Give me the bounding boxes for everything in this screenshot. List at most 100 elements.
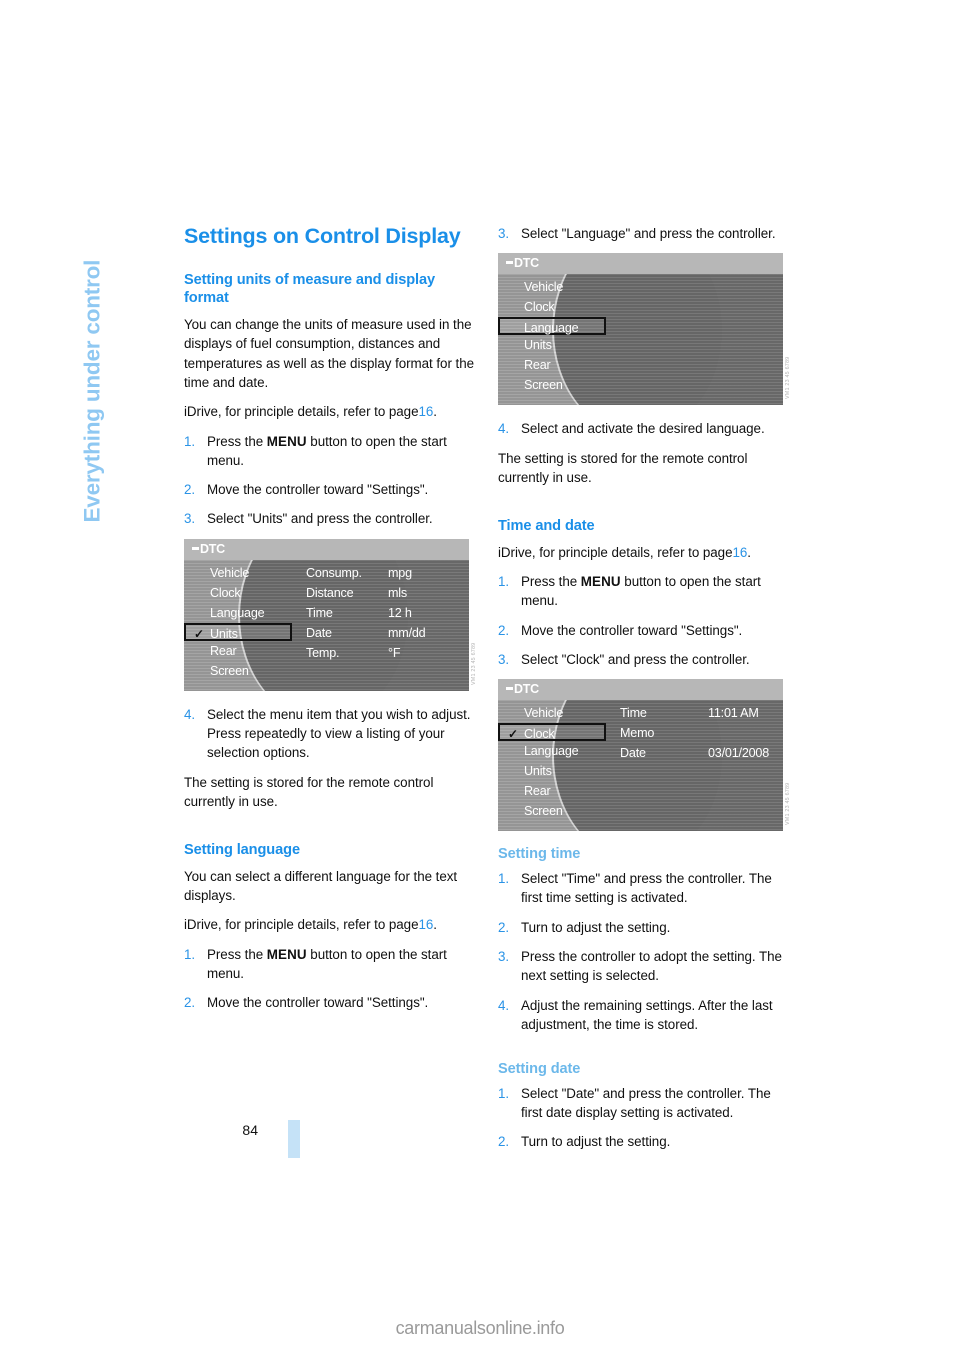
menu-item-label: Language [524,321,579,336]
screen-menu-list: Vehicle Clock Language ✓ Units Rear Scree… [184,560,296,681]
menu-item-label: Clock [210,585,241,600]
menu-item-language[interactable]: Language [498,317,606,336]
dtc-indicator: DTC [506,682,539,696]
menu-item-label: Language [524,744,579,759]
step-text: Select "Time" and press the controller. … [521,871,772,906]
step-text: Select "Date" and press the controller. … [521,1085,771,1121]
language-stored-note: The setting is stored for the remote con… [498,450,748,485]
screen-row-temp[interactable]: Temp. °F [306,643,463,663]
footer-watermark: carmanualsonline.info [395,1318,565,1338]
menu-item-rear[interactable]: Rear [498,781,610,801]
figure-clock-screen: DTC Vehicle ✓ Clock Language Units Rear S… [498,679,795,832]
step-number: 3. [184,511,196,527]
dtc-dash-icon [192,546,199,550]
list-item: 2. Turn to adjust the setting. [498,918,795,937]
figure-units-screen: DTC Vehicle Clock Language ✓ Units Rear S… [184,538,481,691]
screen-row-date[interactable]: Date mm/dd [306,623,463,643]
dtc-dash-icon [506,261,513,265]
idrive-screen-language: DTC Vehicle Clock Language Units Rear Sc… [498,253,783,406]
list-item: 1. Select "Date" and press the controller… [498,1084,795,1123]
row-value: °F [388,645,401,660]
row-label: Time [306,605,333,620]
menu-item-vehicle[interactable]: Vehicle [498,277,610,297]
screen-row-consumption[interactable]: Consump. mpg [306,563,463,583]
menu-item-label: Clock [524,727,555,742]
step-text: Turn to adjust the setting. [521,1134,671,1150]
row-value: mm/dd [388,625,426,640]
screen-row-time[interactable]: Time 11:01 AM [620,703,777,723]
idrive-reference-language: iDrive, for principle details, refer to … [184,915,481,934]
folio-bar [288,1120,300,1158]
row-label: Date [306,625,332,640]
step-text: Turn to adjust the setting. [521,919,671,935]
step-text: Select the menu item that you wish to ad… [207,706,471,761]
list-item: 4. Adjust the remaining settings. After t… [498,996,795,1035]
screen-header-bar: DTC [498,679,783,701]
steps-units-continued: 4. Select the menu item that you wish to … [184,705,481,763]
step-number: 1. [498,871,510,887]
menu-item-label: Vehicle [210,565,250,580]
step-number: 4. [498,421,510,437]
menu-item-clock[interactable]: Clock [184,583,296,603]
menu-item-screen[interactable]: Screen [498,375,610,395]
menu-item-vehicle[interactable]: Vehicle [184,563,296,583]
dtc-dash-icon [506,687,513,691]
screen-value-list: Consump. mpg Distance mls Time 12 h Date mm/… [306,563,463,663]
step-number: 1. [184,433,196,449]
figure-code-watermark: VM1 23 45 6789 [785,356,791,400]
screen-row-date[interactable]: Date 03/01/2008 [620,743,777,763]
menu-item-label: Vehicle [524,706,564,721]
step-text: Select "Language" and press the controll… [521,226,776,241]
manual-page: Everything under control Settings on Con… [0,0,960,1358]
menu-item-label: Rear [524,784,551,799]
right-column: 3. Select "Language" and press the contro… [498,224,795,1162]
language-intro-paragraph: You can select a different language for … [184,868,458,904]
menu-item-clock[interactable]: ✓ Clock [498,723,606,742]
list-item: 4. Select and activate the desired langua… [498,419,795,438]
step-number: 2. [498,1134,510,1150]
menu-item-rear[interactable]: Rear [498,355,610,375]
row-value: 12 h [388,605,412,620]
dtc-indicator: DTC [506,256,539,270]
step-number: 1. [498,574,510,590]
menu-item-language[interactable]: Language [498,741,610,761]
list-item: 2. Turn to adjust the setting. [498,1132,795,1151]
menu-item-clock[interactable]: Clock [498,297,610,317]
menu-item-label: Units [210,626,238,641]
row-label: Memo [620,726,655,741]
menu-button-key: MENU [266,946,307,962]
list-item: 3. Press the controller to adopt the sett… [498,947,795,986]
screen-row-time[interactable]: Time 12 h [306,603,463,623]
heading-setting-date: Setting date [498,1061,581,1078]
idrive-reference-language-prefix: iDrive, for principle details, refer to … [184,917,419,933]
row-label: Date [620,746,646,761]
idrive-reference-left-page[interactable]: 16 [418,404,433,419]
row-label: Temp. [306,645,340,660]
menu-item-units[interactable]: Units [498,335,610,355]
screen-row-memo[interactable]: Memo [620,723,777,743]
page-title: Settings on Control Display [184,224,461,248]
row-value: mls [388,585,407,600]
step-text-pre: Press the [207,433,267,449]
menu-item-units[interactable]: ✓ Units [184,622,292,641]
steps-clock: 1. Press the MENU button to open the star… [498,572,795,669]
menu-item-units[interactable]: Units [498,761,610,781]
menu-item-vehicle[interactable]: Vehicle [498,703,610,723]
step-number: 1. [498,1085,510,1101]
step-number: 3. [498,652,510,668]
idrive-reference-right-prefix: iDrive, for principle details, refer to … [498,544,733,560]
screen-menu-list: Vehicle Clock Language Units Rear Screen [498,274,610,395]
row-value: mpg [388,565,412,580]
screen-value-list: Time 11:01 AM Memo Date 03/01/2008 [620,703,777,763]
menu-item-rear[interactable]: Rear [184,641,296,661]
menu-item-screen[interactable]: Screen [184,661,296,681]
chapter-tab-label: Everything under control [79,259,105,522]
idrive-reference-right-page[interactable]: 16 [732,545,747,560]
screen-row-distance[interactable]: Distance mls [306,583,463,603]
heading-setting-units: Setting units of measure and display for… [184,271,436,307]
menu-item-screen[interactable]: Screen [498,801,610,821]
idrive-reference-language-page[interactable]: 16 [418,917,433,932]
list-item: 4. Select the menu item that you wish to … [184,705,481,763]
step-number: 4. [184,706,196,722]
menu-item-language[interactable]: Language [184,603,296,623]
